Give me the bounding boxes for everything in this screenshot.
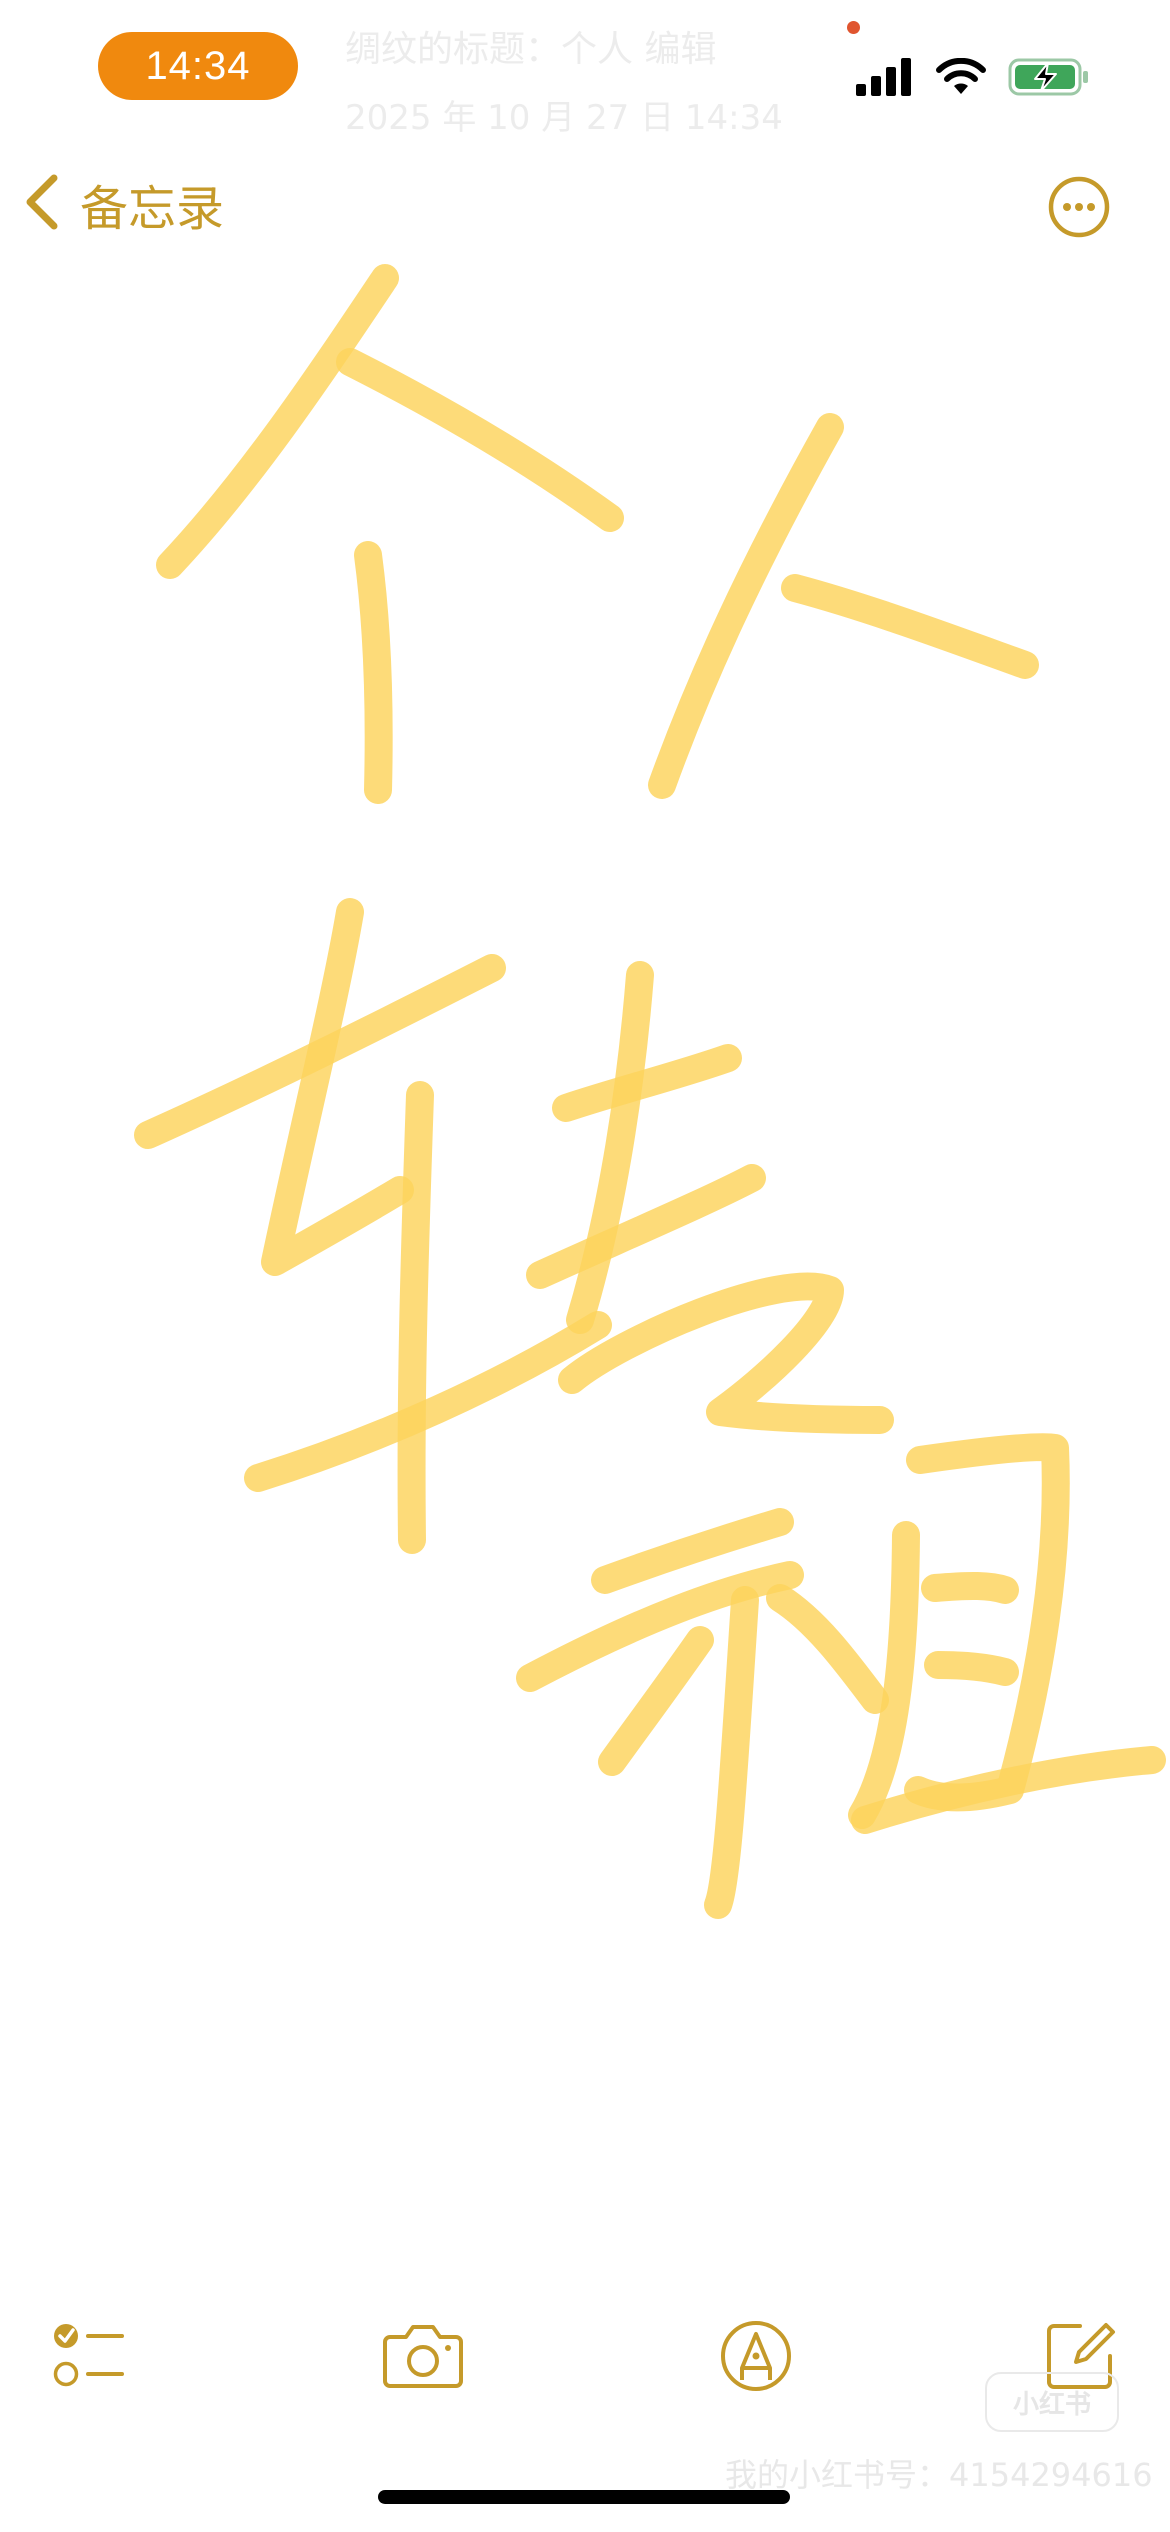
recording-indicator-dot	[847, 21, 860, 34]
ink-stroke	[261, 898, 414, 1276]
status-bar: 14:34 绸纹的标题：个人 编辑 2025 年 10 月 27 日 14:34	[0, 0, 1170, 150]
drawing-canvas[interactable]	[0, 260, 1170, 1960]
wifi-icon	[936, 58, 986, 96]
ink-stroke	[648, 413, 844, 799]
markup-pen-icon	[718, 2318, 794, 2398]
ink-stroke	[921, 1571, 1019, 1604]
ink-stroke	[598, 1626, 714, 1776]
ghost-note-title: 绸纹的标题：个人 编辑	[345, 29, 717, 70]
more-options-button[interactable]	[1048, 176, 1110, 238]
ink-stroke	[904, 1433, 1070, 1812]
chevron-left-icon	[22, 172, 62, 236]
ink-stroke	[156, 264, 399, 579]
ink-stroke	[781, 574, 1039, 679]
checklist-button[interactable]	[48, 2318, 128, 2398]
ink-stroke	[336, 348, 624, 532]
ink-stroke	[397, 1081, 434, 1554]
ink-stroke	[704, 1586, 759, 1919]
ink-stroke	[354, 541, 393, 804]
home-indicator[interactable]	[378, 2490, 790, 2504]
ink-stroke	[552, 1044, 742, 1122]
battery-charging-icon	[1008, 57, 1090, 97]
ellipsis-circle-icon	[1048, 176, 1110, 242]
ink-stroke	[558, 1272, 894, 1434]
cellular-signal-icon	[856, 58, 914, 96]
watermark-text: 我的小红书号：4154294616	[725, 2456, 1153, 2494]
ink-stroke	[526, 1164, 766, 1289]
camera-button[interactable]	[383, 2318, 463, 2398]
checklist-icon	[48, 2316, 128, 2400]
status-time[interactable]: 14:34	[98, 32, 298, 100]
back-button[interactable]: 备忘录	[22, 168, 224, 240]
ink-stroke	[924, 1651, 1019, 1686]
ink-stroke	[766, 1584, 889, 1714]
back-button-label: 备忘录	[80, 181, 225, 237]
handwritten-ink-drawing	[134, 264, 1166, 1919]
ink-stroke	[244, 1311, 612, 1492]
ghost-note-date: 2025 年 10 月 27 日 14:34	[345, 98, 783, 138]
status-icons	[856, 55, 1090, 99]
watermark-badge: 小红书	[985, 2372, 1119, 2432]
camera-icon	[382, 2321, 464, 2395]
markup-button[interactable]	[716, 2318, 796, 2398]
